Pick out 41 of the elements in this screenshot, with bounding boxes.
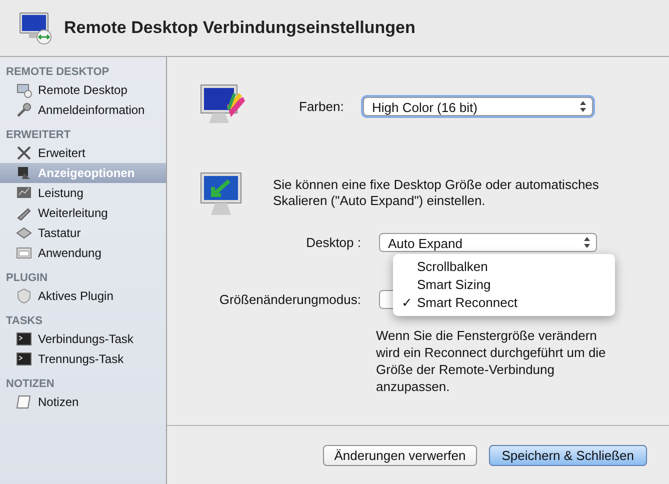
window-title: Remote Desktop Verbindungseinstellungen <box>64 18 416 38</box>
terminal-icon <box>16 331 32 347</box>
sidebar-item[interactable]: Erweitert <box>0 143 166 163</box>
menu-item[interactable]: Smart Sizing <box>393 276 615 294</box>
section-heading: REMOTE DESKTOP <box>5 65 110 80</box>
note-text: Wenn Sie die Fenstergröße verändern wird ein Reconnect durchgeführt um die Größe der Remote-Verbindung anzupassen. <box>376 327 607 395</box>
colors-select[interactable]: High Color (16 bit) <box>363 96 593 116</box>
sidebar-item[interactable]: Leistung <box>0 183 166 203</box>
remote-desktop-icon <box>18 10 54 46</box>
chart-icon <box>16 185 32 201</box>
sidebar-item[interactable]: Anmeldeinformation <box>0 100 166 120</box>
sidebar-item[interactable]: Tastatur <box>0 223 166 243</box>
monitor-icon <box>16 82 32 98</box>
sidebar-item[interactable]: Remote Desktop <box>0 80 166 100</box>
stepper-icon <box>580 100 586 112</box>
menu-item[interactable]: ✓ Smart Reconnect <box>393 294 615 312</box>
note-icon <box>16 394 32 410</box>
sidebar-item[interactable]: Trennungs-Task <box>0 349 166 369</box>
check-mark: ✓ <box>402 295 412 310</box>
description-text: Sie können eine fixe Desktop Größe oder automatisches Skalieren ("Auto Expand") einstellen. <box>273 177 600 209</box>
sidebar-item[interactable]: Notizen <box>0 392 166 412</box>
section-heading: PLUGIN <box>5 271 49 286</box>
section-heading: NOTIZEN <box>5 377 56 392</box>
field-label: Desktop : <box>305 235 361 250</box>
discard-button[interactable]: Änderungen verwerfen <box>323 444 477 466</box>
desktop-select[interactable]: Auto Expand <box>379 233 597 252</box>
field-label: Größenänderungmodus: <box>218 292 361 307</box>
save-button[interactable]: Speichern & Schließen <box>488 444 647 466</box>
shield-icon <box>16 288 32 304</box>
sidebar-item[interactable]: Weiterleitung <box>0 203 166 223</box>
field-label: Farben: <box>299 98 345 114</box>
window-icon <box>16 245 32 261</box>
terminal-icon <box>16 351 32 367</box>
section-heading: ERWEITERT <box>5 128 72 143</box>
sidebar-item[interactable]: Anwendung <box>0 243 166 263</box>
tools-icon <box>16 145 32 161</box>
menu-item[interactable]: Scrollbalken <box>393 258 615 276</box>
stepper-icon <box>584 237 590 248</box>
sidebar-item[interactable]: Aktives Plugin <box>0 286 166 306</box>
sidebar-item[interactable]: Verbindungs-Task <box>0 329 166 349</box>
section-heading: TASKS <box>5 314 44 329</box>
